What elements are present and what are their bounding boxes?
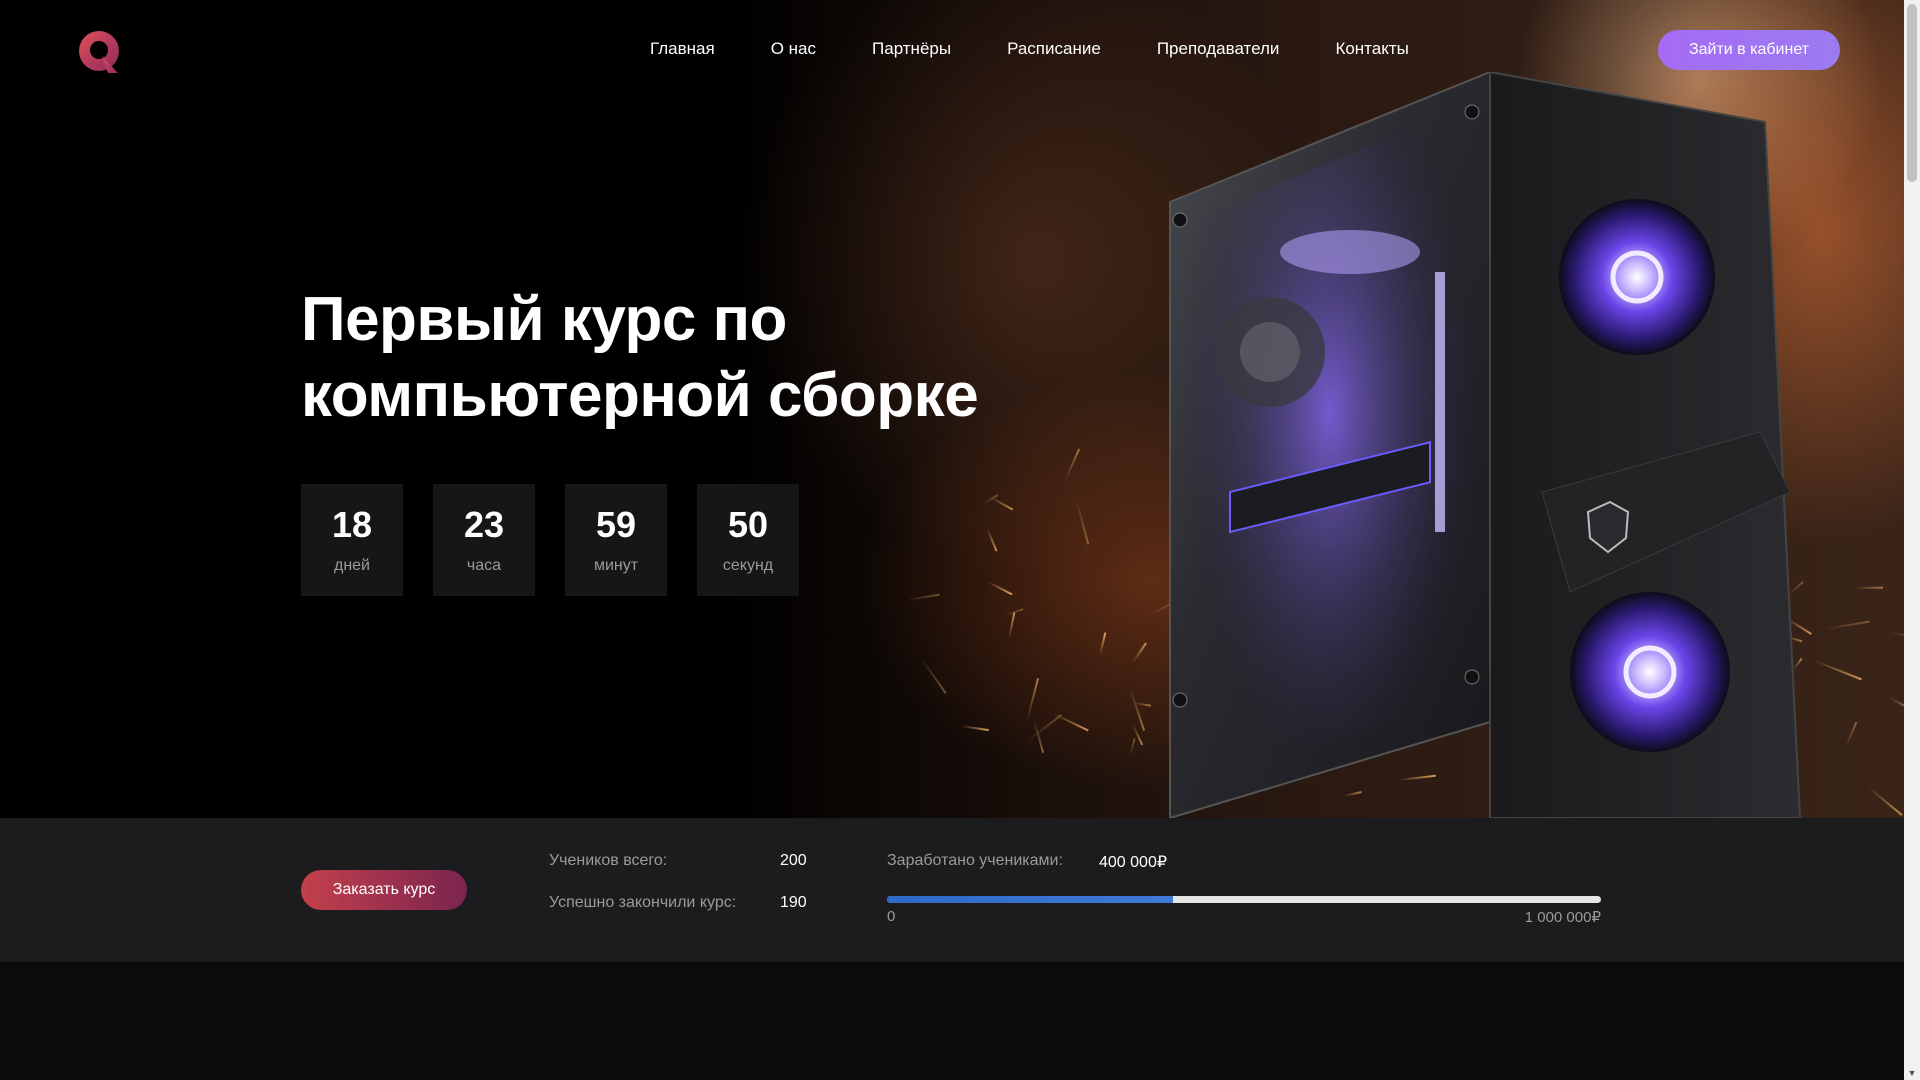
earned-value: 400 000₽: [1099, 854, 1168, 871]
countdown-timer: 18 дней 23 часа 59 минут 50 секунд: [301, 484, 829, 596]
countdown-hours-label: часа: [466, 557, 502, 574]
spark-particle: [1099, 632, 1107, 656]
spark-particle: [1075, 497, 1090, 544]
progress-max-label: 1 000 000₽: [1524, 909, 1601, 926]
spark-particle: [1845, 721, 1858, 747]
nav-item-partners[interactable]: Партнёры: [872, 36, 951, 62]
order-course-button[interactable]: Заказать курс: [301, 870, 467, 910]
spark-particle: [1867, 786, 1904, 816]
spark-particle: [960, 724, 989, 731]
completed-label: Успешно закончили курс:: [549, 894, 737, 911]
countdown-minutes-label: минут: [593, 557, 639, 574]
spark-particle: [1026, 678, 1040, 722]
students-total-label: Учеников всего:: [549, 852, 668, 869]
progress-min-label: 0: [887, 908, 896, 925]
chevron-down-icon[interactable]: ▼: [1904, 1066, 1920, 1080]
countdown-hours: 23 часа: [433, 484, 535, 596]
earnings-progress-fill: [887, 896, 1173, 903]
spark-particle: [986, 527, 998, 552]
spark-particle: [1128, 738, 1136, 756]
earned-label: Заработано учениками:: [887, 852, 1063, 869]
stats-bar: Заказать курс Учеников всего: 200 Успешн…: [0, 818, 1904, 962]
countdown-seconds: 50 секунд: [697, 484, 799, 596]
spark-particle: [920, 657, 947, 695]
spark-particle: [1024, 713, 1062, 744]
countdown-minutes: 59 минут: [565, 484, 667, 596]
login-button[interactable]: Зайти в кабинет: [1658, 30, 1840, 70]
earnings-progress-bar: [887, 896, 1601, 903]
spark-particle: [1824, 621, 1869, 631]
countdown-days-label: дней: [333, 557, 370, 574]
nav-item-teachers[interactable]: Преподаватели: [1157, 36, 1280, 62]
spark-particle: [1008, 612, 1016, 639]
brand-logo-icon[interactable]: [78, 30, 122, 74]
spark-particle: [987, 580, 1013, 596]
countdown-seconds-value: 50: [727, 504, 769, 545]
spark-particle: [906, 593, 941, 601]
nav-item-about[interactable]: О нас: [771, 36, 816, 62]
countdown-days-value: 18: [331, 504, 373, 545]
countdown-hours-value: 23: [463, 504, 505, 545]
pc-case-illustration: [1169, 72, 1802, 818]
spark-particle: [1134, 701, 1152, 707]
page-scrollbar[interactable]: ▲ ▼: [1904, 0, 1920, 1080]
countdown-minutes-value: 59: [595, 504, 637, 545]
page-title-line-1: Первый курс по: [301, 285, 787, 354]
completed-value: 190: [780, 894, 807, 911]
spark-particle: [1855, 586, 1883, 590]
spark-particle: [1814, 659, 1862, 681]
students-total-value: 200: [780, 852, 807, 869]
spark-particle: [1889, 697, 1904, 707]
countdown-seconds-label: секунд: [722, 557, 774, 574]
spark-particle: [1054, 713, 1090, 732]
main-nav: Главная О нас Партнёры Расписание Препод…: [650, 36, 1465, 62]
countdown-days: 18 дней: [301, 484, 403, 596]
page-title: Первый курс по компьютерной сборке: [301, 282, 1061, 434]
spark-particle: [1131, 641, 1147, 663]
spark-particle: [1063, 448, 1080, 482]
landing-page: Главная О нас Партнёры Расписание Препод…: [0, 0, 1920, 1080]
nav-item-home[interactable]: Главная: [650, 36, 715, 62]
hero-section: Главная О нас Партнёры Расписание Препод…: [0, 0, 1904, 818]
scroll-thumb[interactable]: [1907, 4, 1917, 182]
nav-item-contacts[interactable]: Контакты: [1335, 36, 1408, 62]
page-title-line-2: компьютерной сборке: [301, 361, 979, 430]
spark-particle: [1890, 630, 1904, 644]
nav-item-schedule[interactable]: Расписание: [1007, 36, 1101, 62]
